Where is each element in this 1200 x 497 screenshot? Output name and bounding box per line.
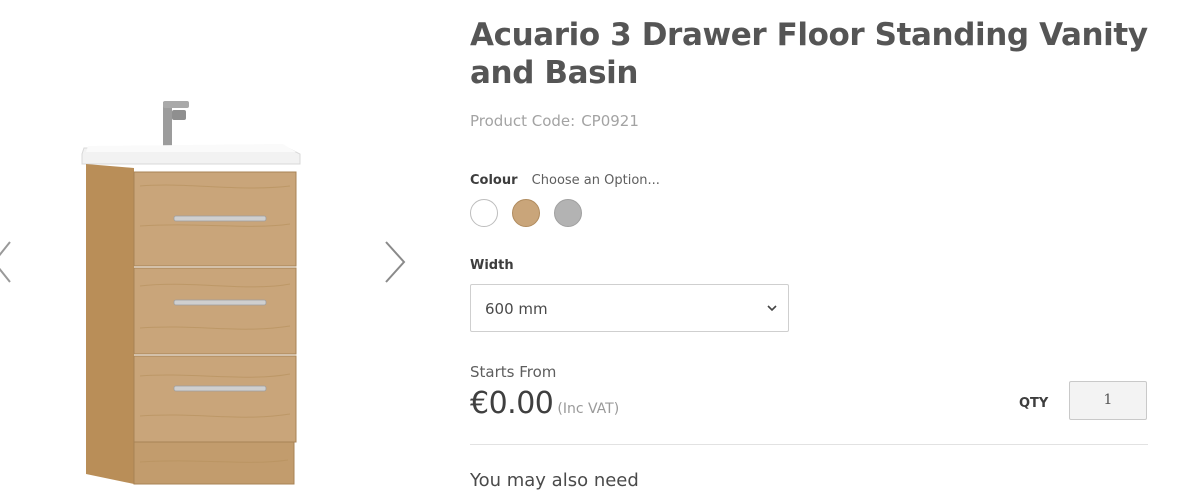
price-value: €0.00 [470,386,554,421]
gallery-next-button[interactable] [380,238,410,286]
qty-label: QTY [1019,396,1049,411]
price-row: €0.00 (Inc VAT) [470,386,619,421]
colour-swatch-oak[interactable] [512,199,540,227]
width-select-value: 600 mm [485,300,548,318]
related-heading: You may also need [470,470,639,491]
colour-hint: Choose an Option... [531,173,660,188]
product-code-value: CP0921 [581,112,639,130]
width-select[interactable]: 600 mm [470,284,789,332]
colour-option-row: Colour Choose an Option... [470,173,660,188]
colour-label: Colour [470,173,518,188]
vat-note: (Inc VAT) [557,401,620,417]
chevron-left-icon [0,241,11,283]
gallery-prev-button[interactable] [0,238,20,286]
product-code-label: Product Code: [470,112,576,130]
product-title: Acuario 3 Drawer Floor Standing Vanity a… [470,17,1148,91]
width-label: Width [470,258,514,273]
product-code: Product Code: CP0921 [470,112,639,130]
colour-swatch-white[interactable] [470,199,498,227]
divider [470,444,1148,445]
product-image [81,101,301,485]
qty-input[interactable]: 1 [1069,381,1147,420]
product-gallery [0,0,440,497]
starts-from-label: Starts From [470,363,557,381]
colour-swatch-grey[interactable] [554,199,582,227]
chevron-down-icon [767,305,777,312]
chevron-right-icon [385,241,406,283]
